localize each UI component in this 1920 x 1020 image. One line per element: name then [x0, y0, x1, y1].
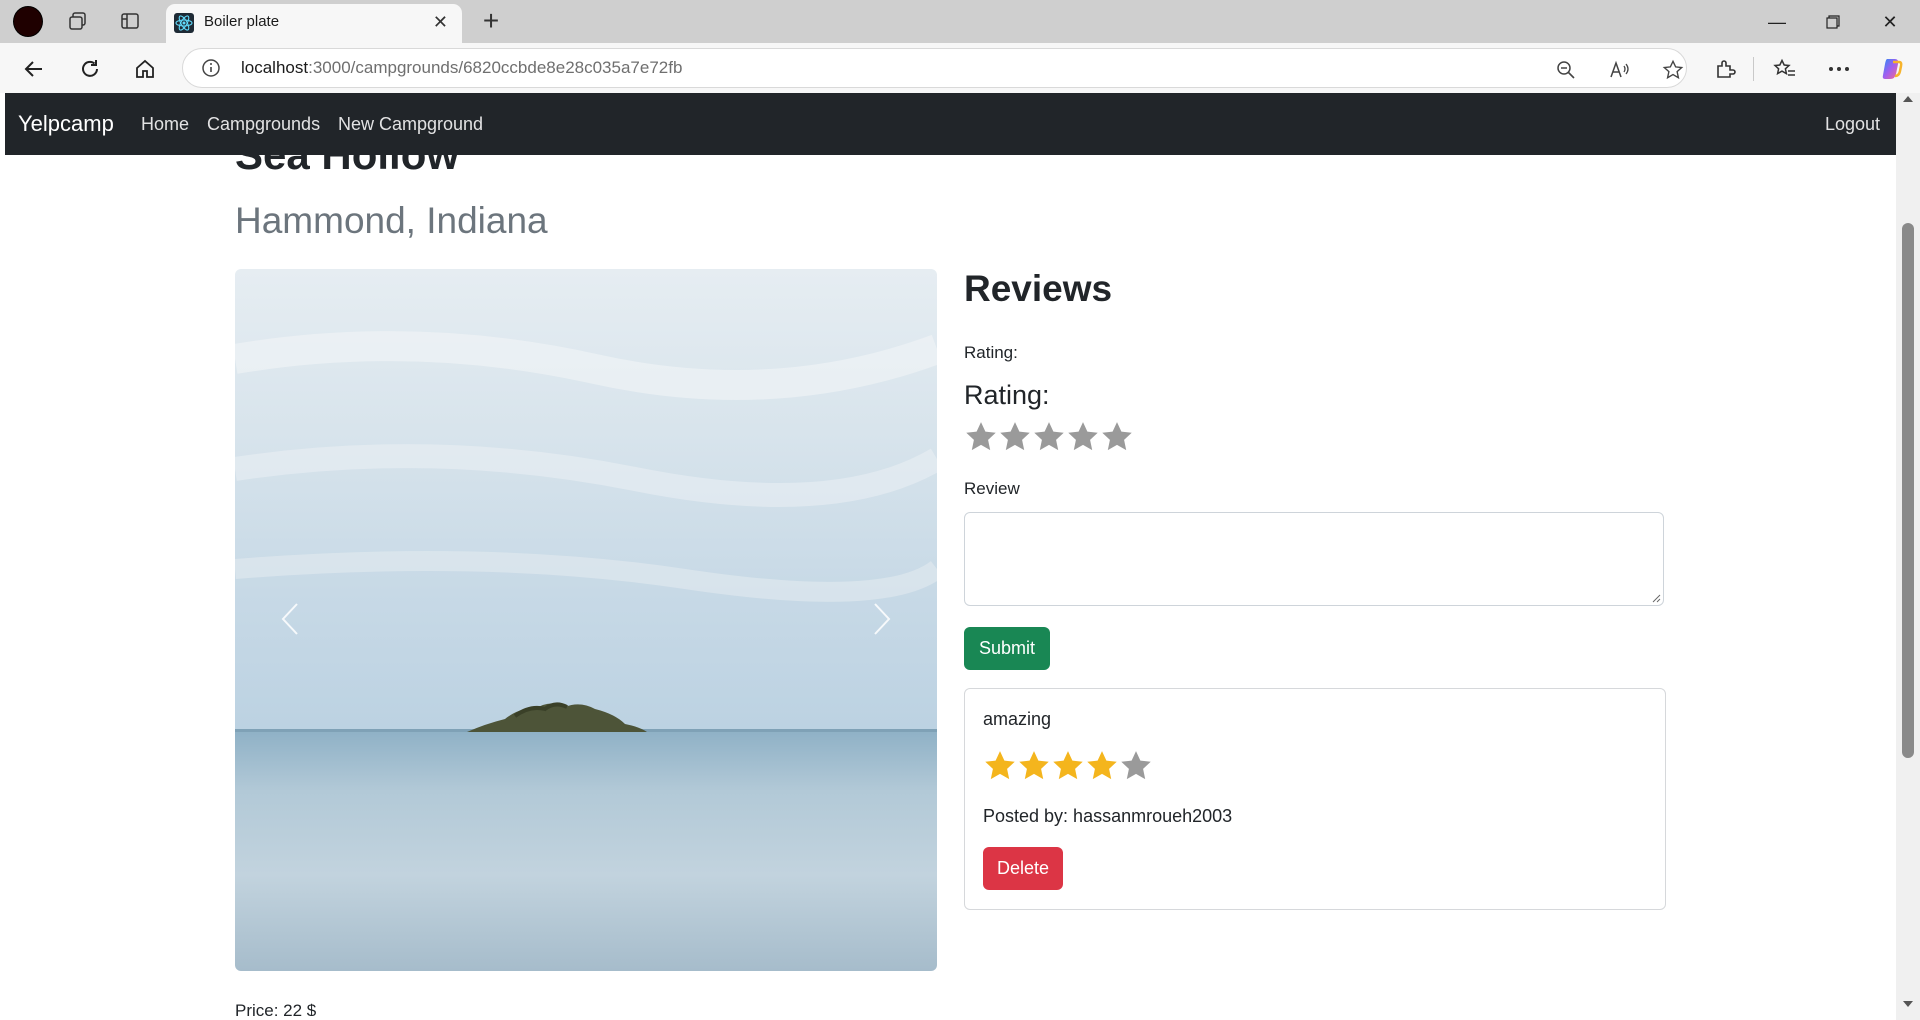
campground-location: Hammond, Indiana — [235, 200, 548, 241]
review-card: amazing Posted by: hassanmroueh2003 Dele… — [964, 688, 1666, 910]
star-empty-icon[interactable] — [1066, 420, 1100, 454]
star-empty-icon[interactable] — [998, 420, 1032, 454]
rating-legend: Rating: — [964, 380, 1050, 410]
scroll-up-icon[interactable] — [1902, 93, 1914, 105]
star-empty-icon — [1121, 751, 1151, 780]
submit-review-button[interactable]: Submit — [964, 627, 1050, 670]
tab-close-icon[interactable]: ✕ — [433, 12, 448, 33]
minimize-icon[interactable]: — — [1757, 7, 1797, 37]
review-author: Posted by: hassanmroueh2003 — [983, 806, 1233, 826]
site-info-icon[interactable] — [201, 58, 221, 78]
nav-link-new-campground[interactable]: New Campground — [338, 114, 483, 135]
reload-icon[interactable] — [74, 53, 106, 85]
address-bar[interactable]: localhost:3000/campgrounds/6820ccbde8e28… — [182, 48, 1687, 88]
navbar-brand[interactable]: Yelpcamp — [18, 111, 114, 137]
react-favicon-icon — [174, 13, 194, 33]
active-tab[interactable]: Boiler plate ✕ — [166, 4, 462, 43]
star-rating-input[interactable] — [964, 420, 1134, 454]
star-empty-icon[interactable] — [1032, 420, 1066, 454]
star-filled-icon — [985, 751, 1015, 780]
review-star-rating — [983, 749, 1153, 783]
reviews-heading: Reviews — [964, 268, 1113, 309]
star-empty-icon[interactable] — [1100, 420, 1134, 454]
nav-link-home[interactable]: Home — [141, 114, 189, 135]
site-navbar: Yelpcamp Home Campgrounds New Campground… — [5, 93, 1896, 155]
nav-link-campgrounds[interactable]: Campgrounds — [207, 114, 320, 135]
review-textarea[interactable] — [964, 512, 1664, 606]
profile-avatar[interactable] — [13, 5, 43, 37]
zoom-out-icon[interactable] — [1553, 57, 1579, 83]
rating-label: Rating: — [964, 343, 1018, 362]
review-label: Review — [964, 479, 1020, 498]
restore-icon[interactable] — [1813, 7, 1853, 37]
star-filled-icon — [1053, 751, 1083, 780]
nav-link-logout[interactable]: Logout — [1825, 114, 1880, 135]
url-text[interactable]: localhost:3000/campgrounds/6820ccbde8e28… — [241, 58, 682, 78]
read-aloud-icon[interactable] — [1607, 57, 1633, 83]
toolbar-separator — [1753, 57, 1754, 81]
star-filled-icon — [1019, 751, 1049, 780]
favorites-icon[interactable] — [1769, 53, 1801, 85]
tab-actions-icon[interactable] — [115, 6, 145, 36]
campground-photo — [235, 269, 937, 971]
carousel-prev-button[interactable] — [260, 589, 320, 649]
browser-tab-bar: Boiler plate ✕ + — ✕ — [0, 0, 1920, 43]
resize-grip-icon[interactable] — [1651, 593, 1661, 603]
carousel-next-button[interactable] — [852, 589, 912, 649]
page-scrollbar[interactable] — [1896, 93, 1920, 1020]
delete-review-button[interactable]: Delete — [983, 847, 1063, 890]
page-viewport: Yelpcamp Home Campgrounds New Campground… — [5, 93, 1896, 1016]
url-path: :3000/campgrounds/6820ccbde8e28c035a7e72… — [308, 58, 683, 77]
back-icon[interactable] — [18, 53, 50, 85]
workspaces-icon[interactable] — [63, 6, 93, 36]
extensions-icon[interactable] — [1709, 53, 1741, 85]
image-carousel[interactable] — [235, 269, 937, 971]
campground-price: Price: 22 $ — [235, 1001, 317, 1016]
star-filled-icon — [1087, 751, 1117, 780]
new-tab-icon[interactable]: + — [476, 6, 506, 36]
tab-title: Boiler plate — [204, 13, 280, 30]
more-options-icon[interactable] — [1823, 53, 1855, 85]
copilot-icon[interactable] — [1876, 53, 1908, 85]
browser-toolbar: localhost:3000/campgrounds/6820ccbde8e28… — [0, 43, 1920, 93]
review-body: amazing — [983, 709, 1052, 729]
home-icon[interactable] — [129, 53, 161, 85]
favorite-star-icon[interactable] — [1660, 57, 1686, 83]
star-empty-icon[interactable] — [964, 420, 998, 454]
window-close-icon[interactable]: ✕ — [1870, 7, 1910, 37]
scrollbar-thumb[interactable] — [1902, 223, 1914, 758]
scroll-down-icon[interactable] — [1902, 998, 1914, 1010]
url-host: localhost — [241, 58, 309, 77]
